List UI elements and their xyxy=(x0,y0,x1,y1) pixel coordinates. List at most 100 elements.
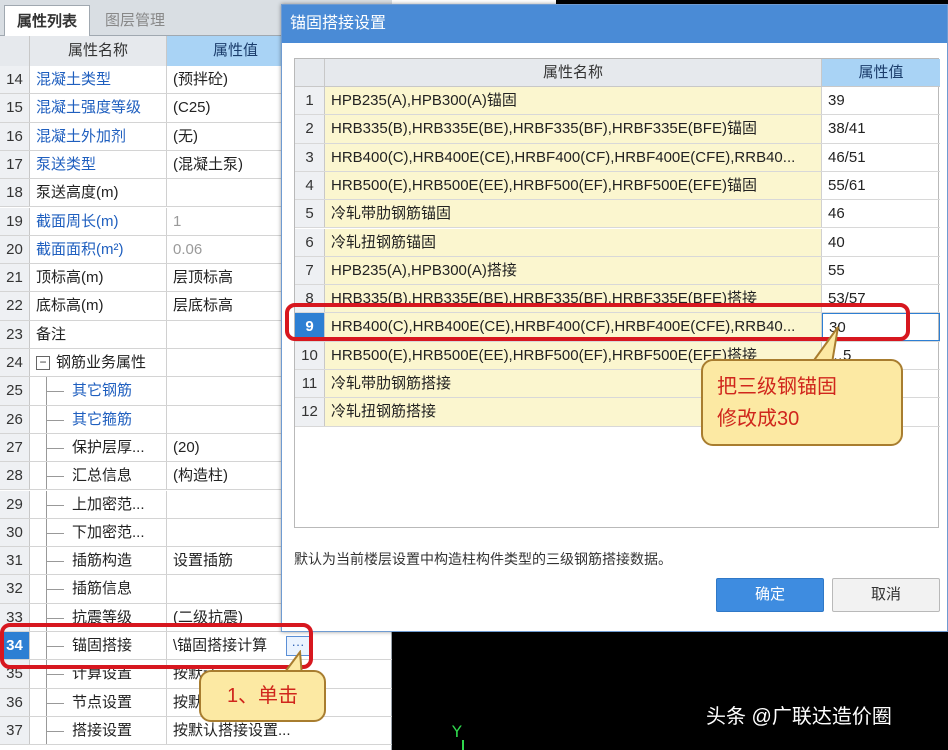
property-name-text: 泵送高度(m) xyxy=(36,184,119,202)
drawing-viewport[interactable] xyxy=(392,628,948,750)
tree-guide-horizontal xyxy=(46,476,64,478)
anchor-lap-row[interactable]: 4 HRB500(E),HRB500E(EE),HRBF500(EF),HRBF5… xyxy=(295,171,940,201)
row-number: 37 xyxy=(0,716,30,745)
cancel-button[interactable]: 取消 xyxy=(832,578,940,612)
row-number: 7 xyxy=(295,256,325,285)
row-number: 27 xyxy=(0,433,30,462)
property-value-text: 0.06 xyxy=(173,240,203,258)
row-number: 29 xyxy=(0,490,30,518)
tree-guide-horizontal xyxy=(46,419,64,421)
row-number: 21 xyxy=(0,264,30,292)
property-name: 混凝土外加剂 xyxy=(30,122,167,150)
property-name: 上加密范... xyxy=(30,490,167,518)
rebar-type-name: HPB235(A),HPB300(A)锚固 xyxy=(325,87,822,115)
property-value-text: (预拌砼) xyxy=(173,71,228,88)
property-name: 泵送类型 xyxy=(30,150,167,179)
callout-modify-value: 把三级钢锚固 修改成30 xyxy=(701,359,903,446)
property-name: 备注 xyxy=(30,320,167,348)
property-name-text: 插筋构造 xyxy=(72,552,133,570)
property-name: 保护层厚... xyxy=(30,433,167,462)
rebar-value-cell[interactable]: 38/41 xyxy=(822,115,940,142)
callout-modify-line2: 修改成30 xyxy=(717,408,800,430)
rebar-value-cell[interactable]: 55/61 xyxy=(822,172,940,199)
rebar-value-cell[interactable]: 46/51 xyxy=(822,144,940,171)
property-name-text: 其它箍筋 xyxy=(72,410,133,428)
property-name: 顶标高(m) xyxy=(30,264,167,292)
collapse-icon[interactable]: − xyxy=(36,356,50,370)
ok-button[interactable]: 确定 xyxy=(716,578,824,612)
row-number: 11 xyxy=(295,370,325,398)
row-number: 15 xyxy=(0,94,30,122)
property-value-text: (混凝土泵) xyxy=(173,155,243,173)
row-number: 25 xyxy=(0,377,30,405)
property-value-text: (构造柱) xyxy=(173,467,228,485)
tree-guide-horizontal xyxy=(46,532,64,534)
header-property-name: 属性名称 xyxy=(30,36,167,66)
row-number: 4 xyxy=(295,171,325,200)
anchor-lap-row[interactable]: 2 HRB335(B),HRB335E(BE),HRBF335(BF),HRBF3… xyxy=(295,115,940,144)
property-name-text: 下加密范... xyxy=(72,523,145,541)
anchor-lap-row[interactable]: 7 HPB235(A),HPB300(A)搭接 55 xyxy=(295,256,940,286)
rebar-value-cell[interactable]: 40 xyxy=(822,229,940,256)
property-name-text: 底标高(m) xyxy=(36,297,104,315)
anchor-lap-grid: 属性名称 属性值 1 HPB235(A),HPB300(A)锚固 39 2 HRB335… xyxy=(294,58,940,528)
dialog-header-value: 属性值 xyxy=(822,59,940,87)
property-name: 搭接设置 xyxy=(30,716,167,745)
property-name-text: 汇总信息 xyxy=(72,467,133,485)
property-name: 插筋构造 xyxy=(30,547,167,575)
rebar-type-name: 冷轧带肋钢筋锚固 xyxy=(325,200,822,228)
row-number: 20 xyxy=(0,235,30,264)
rebar-type-name: 冷轧扭钢筋锚固 xyxy=(325,228,822,256)
property-name-text: 泵送类型 xyxy=(36,155,97,173)
property-name-text: 混凝土强度等级 xyxy=(36,99,142,117)
callout-modify-line1: 把三级钢锚固 xyxy=(717,376,837,398)
anchor-lap-row[interactable]: 5 冷轧带肋钢筋锚固 46 xyxy=(295,200,940,229)
callout-click-step: 1、单击 xyxy=(199,670,326,722)
property-name-text: 顶标高(m) xyxy=(36,269,104,287)
tree-guide-horizontal xyxy=(46,674,64,676)
property-row[interactable]: 36节点设置按默认... xyxy=(0,688,392,717)
property-name: 下加密范... xyxy=(30,518,167,547)
anchor-lap-row[interactable]: 6 冷轧扭钢筋锚固 40 xyxy=(295,228,940,257)
rebar-type-name: HRB400(C),HRB400E(CE),HRBF400(CF),HRBF40… xyxy=(325,143,822,171)
property-name-text: 混凝土外加剂 xyxy=(36,127,127,145)
dialog-note: 默认为当前楼层设置中构造柱构件类型的三级钢筋搭接数据。 xyxy=(294,551,672,567)
row-number: 22 xyxy=(0,292,30,320)
property-value-text: (20) xyxy=(173,438,200,456)
highlight-row-34 xyxy=(0,623,313,669)
tree-guide-horizontal xyxy=(46,391,64,393)
row-number: 26 xyxy=(0,405,30,433)
row-number: 16 xyxy=(0,122,30,150)
property-row[interactable]: 37 搭接设置 按默认搭接设置... xyxy=(0,716,392,746)
rebar-type-name: HRB500(E),HRB500E(EE),HRBF500(EF),HRBF50… xyxy=(325,171,822,200)
property-name: 混凝土类型 xyxy=(30,66,167,94)
property-name: 其它钢筋 xyxy=(30,377,167,405)
watermark-text: 头条 @广联达造价圈 xyxy=(706,706,892,728)
tab-layer-management[interactable]: 图层管理 xyxy=(92,5,178,36)
property-value-text: 层顶标高 xyxy=(173,269,234,287)
anchor-lap-row[interactable]: 1 HPB235(A),HPB300(A)锚固 39 xyxy=(295,87,940,116)
row-number: 32 xyxy=(0,575,30,603)
tree-guide-horizontal xyxy=(46,617,64,619)
row-number: 6 xyxy=(295,228,325,256)
property-name: 汇总信息 xyxy=(30,462,167,490)
rebar-value-cell[interactable]: 39 xyxy=(822,87,940,114)
property-name: 插筋信息 xyxy=(30,575,167,603)
property-name-text: 截面面积(m²) xyxy=(36,240,124,258)
property-name: 底标高(m) xyxy=(30,292,167,320)
tree-guide-horizontal xyxy=(46,730,64,732)
anchor-lap-row[interactable]: 3 HRB400(C),HRB400E(CE),HRBF400(CF),HRBF4… xyxy=(295,143,940,172)
dialog-header-corner xyxy=(295,59,325,87)
row-number: 1 xyxy=(295,87,325,115)
property-value-text: (C25) xyxy=(173,99,211,117)
property-value-text: 1 xyxy=(173,212,182,230)
tab-property-list[interactable]: 属性列表 xyxy=(4,5,90,36)
rebar-value-cell[interactable]: 55 xyxy=(822,257,940,284)
tree-guide-horizontal xyxy=(46,504,64,506)
dialog-title[interactable]: 锚固搭接设置 xyxy=(282,5,947,43)
property-name: 其它箍筋 xyxy=(30,405,167,433)
property-value-text: 设置插筋 xyxy=(173,552,234,570)
row-number: 31 xyxy=(0,547,30,575)
rebar-value-cell[interactable]: 46 xyxy=(822,200,940,227)
property-name-text: 节点设置 xyxy=(72,693,133,711)
